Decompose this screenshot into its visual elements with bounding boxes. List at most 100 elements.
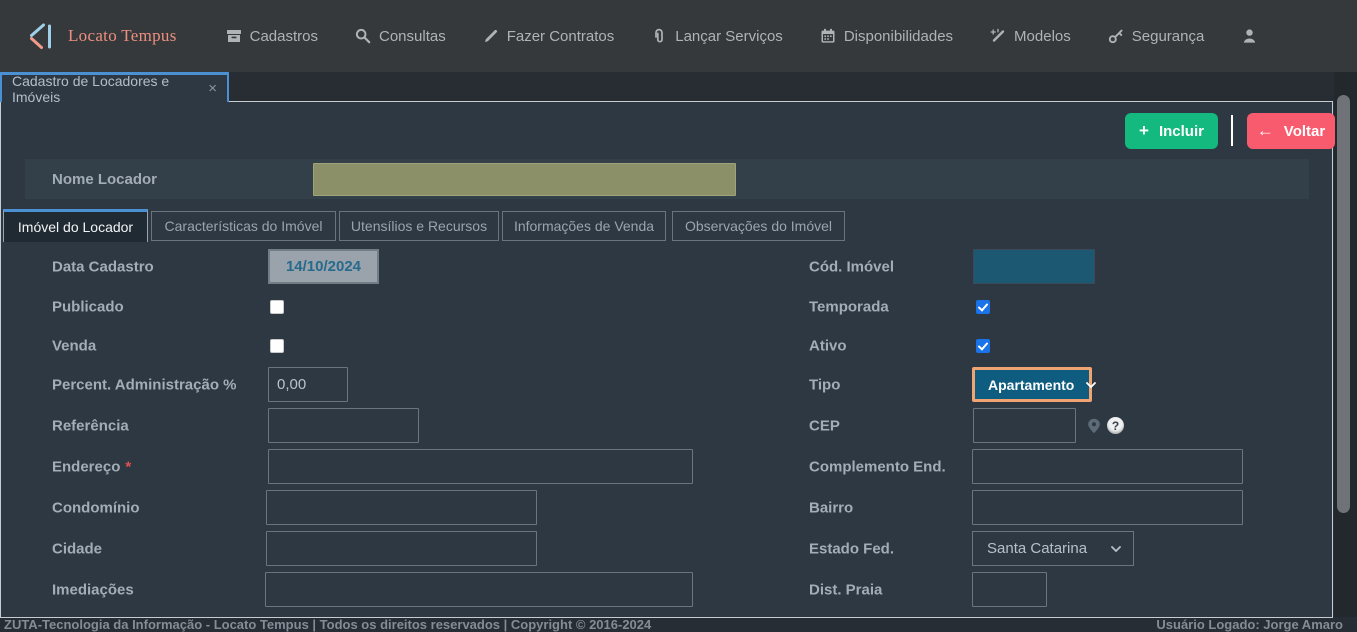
menu-label: Cadastros	[250, 28, 318, 45]
menu-item-lancar-servicos[interactable]: Lançar Serviços	[651, 28, 783, 45]
back-arrow-icon: ←	[1257, 121, 1274, 141]
estado-fed-select[interactable]: Santa Catarina	[972, 531, 1134, 566]
menu-item-consultas[interactable]: Consultas	[355, 28, 446, 45]
tipo-label: Tipo	[809, 376, 840, 393]
complemento-label: Complemento End.	[809, 458, 946, 475]
plus-icon: +	[1139, 121, 1149, 141]
nome-locador-input[interactable]	[313, 163, 736, 196]
status-bar: ZUTA-Tecnologia da Informação - Locato T…	[0, 617, 1357, 632]
user-menu[interactable]	[1241, 28, 1258, 44]
venda-checkbox[interactable]	[270, 339, 284, 353]
key-icon	[1108, 28, 1124, 44]
referencia-input[interactable]	[268, 408, 419, 443]
user-icon	[1241, 28, 1258, 44]
percent-administracao-input[interactable]	[268, 367, 348, 402]
cep-label: CEP	[809, 417, 840, 434]
help-icon[interactable]: ?	[1107, 417, 1124, 434]
top-navbar: Locato Tempus Cadastros Consultas	[0, 0, 1357, 72]
ativo-label: Ativo	[809, 338, 847, 355]
menu-label: Fazer Contratos	[507, 28, 615, 45]
archive-icon	[226, 28, 242, 44]
subtab-imovel-do-locador[interactable]: Imóvel do Locador	[3, 209, 148, 242]
app-window: Locato Tempus Cadastros Consultas	[0, 0, 1357, 632]
check-icon	[978, 303, 988, 312]
bairro-input[interactable]	[972, 490, 1243, 525]
dist-praia-input[interactable]	[972, 572, 1047, 607]
cod-imovel-field[interactable]	[973, 249, 1095, 284]
tab-label: Cadastro de Locadores e Imóveis	[12, 73, 194, 105]
cod-imovel-label: Cód. Imóvel	[809, 258, 894, 275]
subtab-label: Imóvel do Locador	[18, 219, 133, 235]
subtab-label: Características do Imóvel	[165, 218, 323, 234]
venda-label: Venda	[52, 338, 96, 355]
complemento-input[interactable]	[972, 449, 1243, 484]
incluir-button[interactable]: + Incluir	[1125, 113, 1218, 149]
temporada-checkbox[interactable]	[976, 300, 990, 314]
subtab-label: Utensílios e Recursos	[351, 218, 487, 234]
subtab-label: Observações do Imóvel	[685, 218, 832, 234]
wand-icon	[990, 28, 1006, 44]
menu-label: Segurança	[1132, 28, 1205, 45]
bairro-label: Bairro	[809, 499, 853, 516]
estado-fed-label: Estado Fed.	[809, 540, 894, 557]
ativo-checkbox[interactable]	[976, 339, 990, 353]
main-menu: Cadastros Consultas Fazer Contratos	[226, 28, 1259, 45]
menu-item-modelos[interactable]: Modelos	[990, 28, 1071, 45]
menu-item-disponibilidades[interactable]: Disponibilidades	[820, 28, 953, 45]
endereco-label: Endereço*	[52, 458, 131, 475]
copyright-text: ZUTA-Tecnologia da Informação - Locato T…	[4, 617, 651, 632]
subtab-label: Informações de Venda	[514, 218, 654, 234]
menu-item-cadastros[interactable]: Cadastros	[226, 28, 318, 45]
menu-item-seguranca[interactable]: Segurança	[1108, 28, 1205, 45]
temporada-label: Temporada	[809, 299, 889, 316]
cidade-label: Cidade	[52, 540, 102, 557]
endereco-input[interactable]	[268, 449, 693, 484]
vertical-scrollbar	[1334, 72, 1357, 617]
tab-cadastro-locadores-imoveis[interactable]: Cadastro de Locadores e Imóveis ×	[0, 72, 229, 102]
imediacoes-input[interactable]	[265, 572, 693, 607]
content-panel: + Incluir ← Voltar Nome Locador Imóvel d…	[0, 101, 1333, 618]
condominio-input[interactable]	[266, 490, 537, 525]
condominio-label: Condomínio	[52, 499, 139, 516]
publicado-checkbox[interactable]	[270, 300, 284, 314]
logged-user-text: Usuário Logado: Jorge Amaro	[1156, 617, 1343, 632]
subtab-informacoes-de-venda[interactable]: Informações de Venda	[502, 211, 666, 241]
close-icon[interactable]: ×	[208, 80, 217, 97]
check-icon	[978, 342, 988, 351]
scrollbar-thumb[interactable]	[1337, 95, 1350, 513]
calendar-icon	[820, 28, 836, 44]
voltar-button-label: Voltar	[1284, 123, 1325, 140]
menu-label: Modelos	[1014, 28, 1071, 45]
subtab-utensilios-e-recursos[interactable]: Utensílios e Recursos	[339, 211, 499, 241]
nome-locador-label: Nome Locador	[52, 171, 157, 188]
paperclip-icon	[651, 28, 667, 44]
cep-input[interactable]	[973, 408, 1076, 443]
tipo-select[interactable]: Apartamento	[972, 367, 1092, 402]
voltar-button[interactable]: ← Voltar	[1247, 113, 1335, 149]
required-asterisk: *	[125, 458, 131, 475]
chevron-down-icon	[1086, 382, 1096, 388]
data-cadastro-label: Data Cadastro	[52, 258, 154, 275]
app-logo-icon	[26, 21, 56, 51]
map-pin-icon[interactable]	[1087, 418, 1101, 439]
menu-item-fazer-contratos[interactable]: Fazer Contratos	[483, 28, 615, 45]
subtab-observacoes-do-imovel[interactable]: Observações do Imóvel	[672, 211, 845, 241]
publicado-label: Publicado	[52, 299, 124, 316]
referencia-label: Referência	[52, 417, 129, 434]
cidade-input[interactable]	[266, 531, 537, 566]
menu-label: Lançar Serviços	[675, 28, 783, 45]
button-divider	[1231, 115, 1233, 146]
data-cadastro-input[interactable]	[268, 249, 379, 284]
chevron-down-icon	[1111, 546, 1121, 552]
dist-praia-label: Dist. Praia	[809, 581, 882, 598]
subtab-bar: Imóvel do Locador Características do Imó…	[1, 209, 1332, 242]
subtab-caracteristicas-do-imovel[interactable]: Características do Imóvel	[151, 211, 336, 241]
pen-icon	[483, 28, 499, 44]
tab-bar: Cadastro de Locadores e Imóveis ×	[0, 72, 1334, 102]
incluir-button-label: Incluir	[1159, 123, 1204, 140]
brand[interactable]: Locato Tempus	[26, 21, 177, 51]
search-icon	[355, 28, 371, 44]
brand-name: Locato Tempus	[68, 26, 177, 46]
imediacoes-label: Imediações	[52, 581, 134, 598]
tipo-selected-value: Apartamento	[988, 377, 1074, 393]
